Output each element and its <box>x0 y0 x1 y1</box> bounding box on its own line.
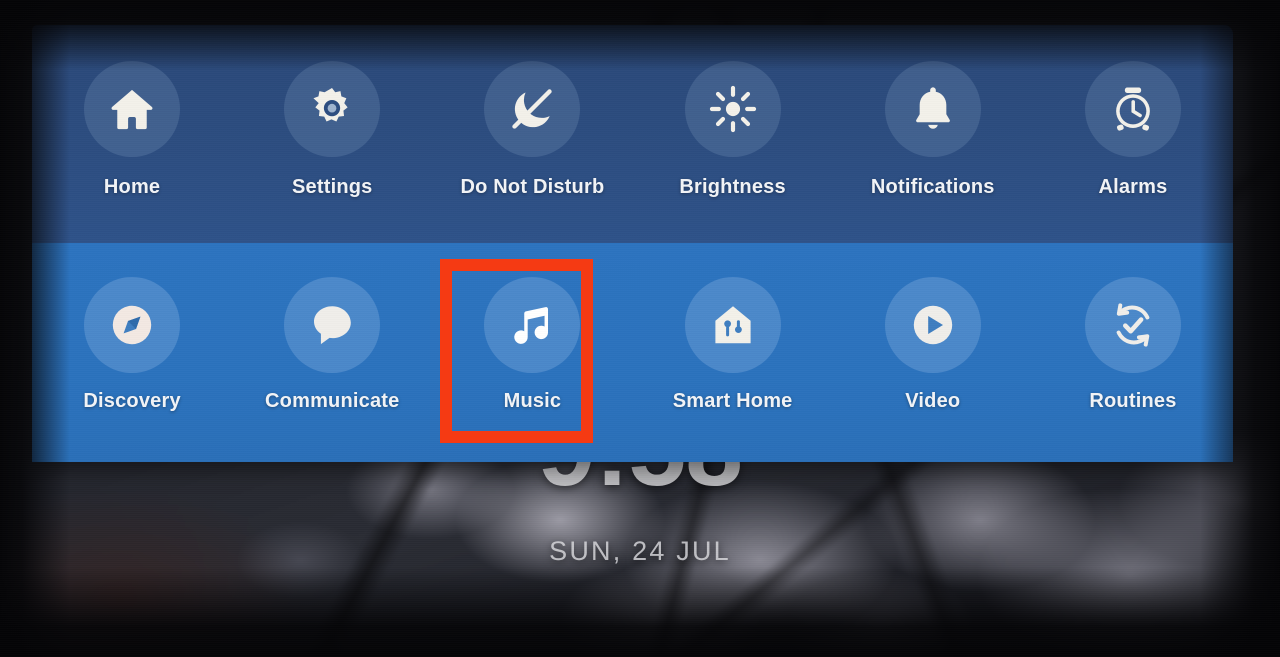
device-screen: 9:58 SUN, 24 JUL Home <box>0 0 1280 657</box>
tile-video[interactable]: Video <box>833 243 1033 413</box>
compass-icon-circle[interactable] <box>84 277 181 373</box>
tile-music[interactable]: Music <box>432 243 632 413</box>
bell-icon <box>908 84 958 134</box>
tile-discovery[interactable]: Discovery <box>32 243 232 413</box>
bell-icon-circle[interactable] <box>884 61 981 157</box>
gear-icon-circle[interactable] <box>284 61 381 157</box>
music-note-icon <box>509 302 555 348</box>
tile-label-do-not-disturb: Do Not Disturb <box>460 176 605 198</box>
play-circle-icon-circle[interactable] <box>884 277 981 373</box>
tile-label-smart-home: Smart Home <box>672 390 793 412</box>
tile-label-settings: Settings <box>292 176 373 198</box>
tile-do-not-disturb[interactable]: Do Not Disturb <box>432 25 632 199</box>
music-note-icon-circle[interactable] <box>484 277 581 373</box>
tile-brightness[interactable]: Brightness <box>633 25 833 199</box>
alarm-clock-icon-circle[interactable] <box>1084 61 1181 157</box>
alarm-clock-icon <box>1108 84 1158 134</box>
speech-bubble-icon-circle[interactable] <box>284 277 381 373</box>
tile-label-discovery: Discovery <box>83 390 181 412</box>
tile-settings[interactable]: Settings <box>232 25 432 199</box>
gear-icon <box>307 84 357 134</box>
tile-label-video: Video <box>905 390 961 412</box>
sun-icon-circle[interactable] <box>684 61 781 157</box>
tile-label-notifications: Notifications <box>870 176 995 198</box>
tile-label-communicate: Communicate <box>265 390 400 412</box>
quick-settings-row: Home Settings Do Not Disturb Brightness … <box>32 25 1233 243</box>
speech-bubble-icon <box>308 301 356 349</box>
tile-notifications[interactable]: Notifications <box>833 25 1033 199</box>
smart-home-icon <box>709 301 757 349</box>
tile-home[interactable]: Home <box>32 25 232 199</box>
tile-alarms[interactable]: Alarms <box>1033 25 1233 199</box>
moon-slash-icon-circle[interactable] <box>484 61 581 157</box>
tile-communicate[interactable]: Communicate <box>232 243 432 413</box>
home-icon-circle[interactable] <box>84 61 181 157</box>
sun-icon <box>708 84 758 134</box>
tile-label-brightness: Brightness <box>679 176 786 198</box>
shortcuts-row: Discovery Communicate Music Smart Home V… <box>32 243 1233 462</box>
routines-refresh-check-icon <box>1108 300 1158 350</box>
tile-smart-home[interactable]: Smart Home <box>633 243 833 413</box>
quick-settings-panel: Home Settings Do Not Disturb Brightness … <box>32 25 1233 462</box>
clock-date: SUN, 24 JUL <box>549 536 731 566</box>
home-icon <box>106 83 158 135</box>
tile-label-home: Home <box>103 176 161 198</box>
routines-refresh-check-icon-circle[interactable] <box>1084 277 1181 373</box>
smart-home-icon-circle[interactable] <box>684 277 781 373</box>
tile-label-alarms: Alarms <box>1098 176 1168 198</box>
play-circle-icon <box>909 301 957 349</box>
tile-routines[interactable]: Routines <box>1033 243 1233 413</box>
tile-label-music: Music <box>503 390 562 412</box>
compass-icon <box>108 301 156 349</box>
moon-slash-icon <box>507 84 557 134</box>
tile-label-routines: Routines <box>1089 390 1177 412</box>
